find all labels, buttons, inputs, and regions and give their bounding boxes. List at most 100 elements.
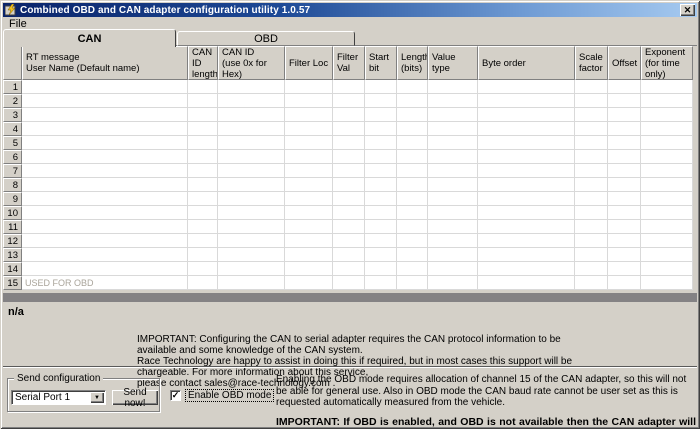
table-cell[interactable]: [188, 234, 218, 248]
table-cell[interactable]: [285, 220, 333, 234]
tab-can[interactable]: CAN: [3, 29, 176, 47]
table-cell[interactable]: [575, 80, 608, 94]
table-cell[interactable]: [397, 178, 428, 192]
table-cell[interactable]: [218, 108, 285, 122]
table-cell[interactable]: [22, 178, 188, 192]
table-cell[interactable]: [397, 164, 428, 178]
table-cell[interactable]: [428, 178, 478, 192]
table-cell[interactable]: [641, 248, 693, 262]
table-cell[interactable]: [478, 248, 575, 262]
table-cell[interactable]: [22, 248, 188, 262]
table-cell[interactable]: [641, 122, 693, 136]
table-cell[interactable]: [397, 262, 428, 276]
table-cell[interactable]: [397, 206, 428, 220]
table-cell[interactable]: [397, 80, 428, 94]
table-cell[interactable]: [608, 136, 641, 150]
table-cell[interactable]: [478, 192, 575, 206]
table-cell[interactable]: [575, 122, 608, 136]
table-cell[interactable]: [188, 192, 218, 206]
table-cell[interactable]: [333, 262, 365, 276]
table-cell[interactable]: [333, 136, 365, 150]
table-cell[interactable]: [397, 136, 428, 150]
close-button[interactable]: ✕: [680, 4, 695, 16]
table-cell[interactable]: [218, 248, 285, 262]
table-cell[interactable]: [641, 164, 693, 178]
table-cell[interactable]: [478, 108, 575, 122]
table-cell[interactable]: [365, 164, 397, 178]
tab-obd[interactable]: OBD: [177, 31, 355, 46]
table-cell[interactable]: [428, 94, 478, 108]
table-cell[interactable]: [397, 220, 428, 234]
table-cell[interactable]: [608, 94, 641, 108]
table-cell[interactable]: [333, 276, 365, 290]
table-cell[interactable]: [188, 276, 218, 290]
table-cell[interactable]: [22, 122, 188, 136]
table-cell[interactable]: [608, 164, 641, 178]
table-cell[interactable]: [285, 164, 333, 178]
table-cell[interactable]: [188, 178, 218, 192]
table-cell[interactable]: [428, 164, 478, 178]
table-cell[interactable]: [608, 192, 641, 206]
chevron-down-icon[interactable]: ▼: [90, 392, 104, 403]
table-cell[interactable]: [397, 94, 428, 108]
table-cell[interactable]: [478, 276, 575, 290]
table-cell[interactable]: [218, 262, 285, 276]
table-cell[interactable]: [608, 276, 641, 290]
table-cell[interactable]: [478, 80, 575, 94]
table-cell[interactable]: [333, 220, 365, 234]
table-cell[interactable]: [22, 108, 188, 122]
table-cell[interactable]: [285, 276, 333, 290]
table-cell[interactable]: [218, 164, 285, 178]
table-cell[interactable]: [365, 276, 397, 290]
table-cell[interactable]: [22, 206, 188, 220]
table-cell[interactable]: [333, 192, 365, 206]
table-cell[interactable]: [428, 108, 478, 122]
table-cell[interactable]: [218, 276, 285, 290]
table-cell[interactable]: [365, 178, 397, 192]
table-cell[interactable]: [22, 234, 188, 248]
table-cell[interactable]: [333, 248, 365, 262]
table-cell[interactable]: [575, 262, 608, 276]
table-cell[interactable]: [575, 150, 608, 164]
table-cell[interactable]: [641, 276, 693, 290]
table-cell[interactable]: [188, 136, 218, 150]
table-cell[interactable]: [428, 262, 478, 276]
table-cell[interactable]: [575, 94, 608, 108]
table-cell[interactable]: [478, 122, 575, 136]
table-cell[interactable]: [285, 108, 333, 122]
table-cell[interactable]: [333, 80, 365, 94]
table-cell[interactable]: [641, 178, 693, 192]
table-cell[interactable]: [608, 80, 641, 94]
table-cell[interactable]: [428, 80, 478, 94]
table-cell[interactable]: [641, 220, 693, 234]
table-cell[interactable]: [608, 262, 641, 276]
table-cell[interactable]: [428, 150, 478, 164]
table-cell[interactable]: [478, 136, 575, 150]
table-cell[interactable]: [365, 94, 397, 108]
table-cell[interactable]: [365, 234, 397, 248]
table-cell[interactable]: [285, 122, 333, 136]
table-cell[interactable]: [641, 206, 693, 220]
table-cell[interactable]: [478, 150, 575, 164]
table-cell[interactable]: [428, 206, 478, 220]
table-cell[interactable]: [608, 150, 641, 164]
table-cell[interactable]: [428, 234, 478, 248]
serial-port-select[interactable]: Serial Port 1 ▼: [11, 390, 106, 405]
table-cell[interactable]: [478, 220, 575, 234]
table-cell[interactable]: [608, 248, 641, 262]
table-cell[interactable]: [218, 136, 285, 150]
checkbox-check-icon[interactable]: ✓: [170, 390, 181, 401]
table-cell[interactable]: [641, 136, 693, 150]
table-cell[interactable]: [218, 192, 285, 206]
table-cell[interactable]: [575, 248, 608, 262]
table-cell[interactable]: [188, 220, 218, 234]
table-cell[interactable]: [397, 276, 428, 290]
table-cell[interactable]: [641, 234, 693, 248]
table-cell[interactable]: [365, 108, 397, 122]
table-cell[interactable]: [333, 94, 365, 108]
table-cell[interactable]: [22, 164, 188, 178]
table-cell[interactable]: [285, 248, 333, 262]
table-cell[interactable]: [608, 206, 641, 220]
table-cell[interactable]: [333, 164, 365, 178]
table-cell[interactable]: [188, 94, 218, 108]
